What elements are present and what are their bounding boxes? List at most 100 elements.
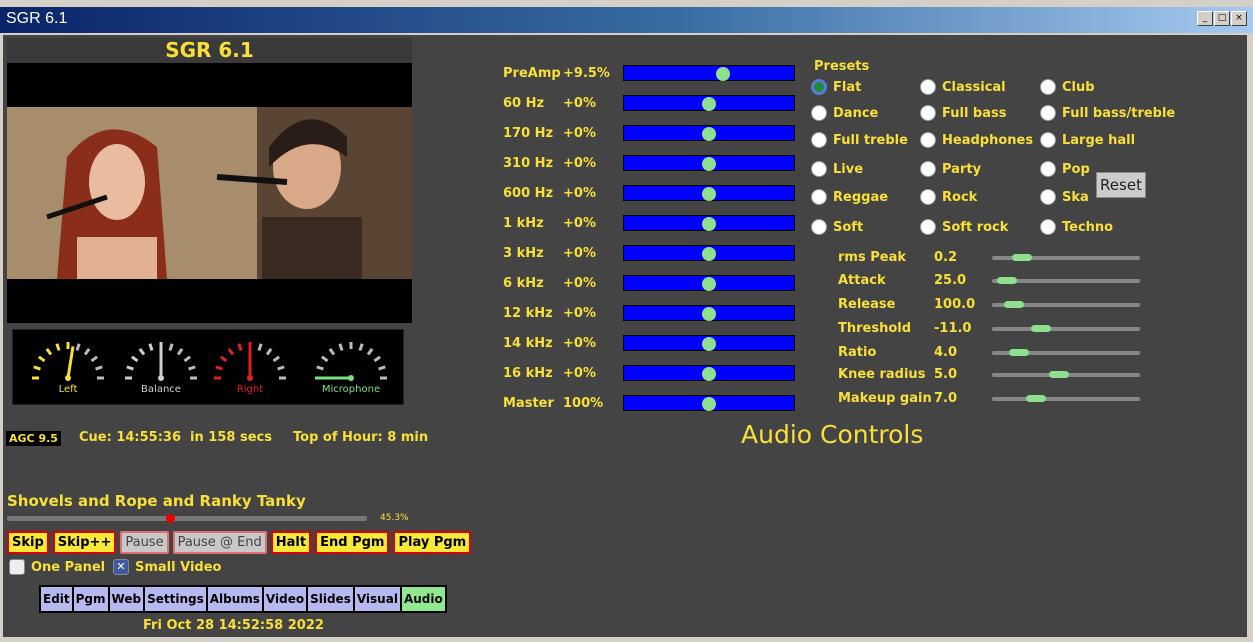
preset-radio[interactable] [1040, 161, 1056, 177]
maximize-button[interactable]: □ [1214, 11, 1230, 26]
tab-edit[interactable]: Edit [41, 587, 72, 611]
minimize-button[interactable]: _ [1197, 11, 1213, 26]
eq-slider-handle[interactable] [702, 277, 716, 291]
reset-button[interactable]: Reset [1096, 172, 1146, 198]
preset-techno[interactable]: Techno [1040, 219, 1113, 235]
small-video-option[interactable]: ✕ Small Video [113, 559, 221, 575]
preset-full-bass[interactable]: Full bass [920, 105, 1006, 121]
preset-soft[interactable]: Soft [811, 219, 863, 235]
eq-slider-handle[interactable] [702, 397, 716, 411]
preset-full-bass-treble[interactable]: Full bass/treble [1040, 105, 1175, 121]
preset-pop[interactable]: Pop [1040, 161, 1090, 177]
eq-slider[interactable] [623, 365, 795, 381]
tab-slides[interactable]: Slides [308, 587, 353, 611]
compressor-slider[interactable] [992, 349, 1140, 356]
compressor-slider-handle[interactable] [1008, 349, 1029, 356]
preset-radio[interactable] [920, 105, 936, 121]
eq-slider[interactable] [623, 395, 795, 411]
preset-radio[interactable] [811, 219, 827, 235]
compressor-slider-handle[interactable] [996, 277, 1017, 284]
preset-radio[interactable] [811, 79, 827, 95]
tab-audio[interactable]: Audio [401, 587, 445, 611]
preset-rock[interactable]: Rock [920, 189, 977, 205]
eq-slider-handle[interactable] [715, 67, 730, 81]
eq-slider[interactable] [623, 305, 795, 321]
compressor-slider-handle[interactable] [1004, 301, 1025, 308]
skip-button[interactable]: Skip [7, 531, 49, 554]
preset-large-hall[interactable]: Large hall [1040, 132, 1135, 148]
preset-party[interactable]: Party [920, 161, 981, 177]
compressor-slider[interactable] [992, 277, 1140, 284]
preset-radio[interactable] [1040, 219, 1056, 235]
compressor-slider[interactable] [992, 325, 1140, 332]
preset-radio[interactable] [811, 132, 827, 148]
eq-slider[interactable] [623, 335, 795, 351]
eq-slider-handle[interactable] [702, 97, 716, 111]
tab-settings[interactable]: Settings [145, 587, 206, 611]
preset-flat[interactable]: Flat [811, 79, 861, 95]
preset-radio[interactable] [920, 161, 936, 177]
preset-radio[interactable] [811, 189, 827, 205]
preset-ska[interactable]: Ska [1040, 189, 1089, 205]
tab-albums[interactable]: Albums [207, 587, 262, 611]
preset-dance[interactable]: Dance [811, 105, 878, 121]
compressor-slider[interactable] [992, 395, 1140, 402]
eq-slider-handle[interactable] [702, 247, 716, 261]
skip-plus-button[interactable]: Skip++ [52, 531, 117, 554]
eq-slider[interactable] [623, 65, 795, 81]
compressor-slider-handle[interactable] [1026, 395, 1047, 402]
compressor-slider[interactable] [992, 301, 1140, 308]
eq-slider-handle[interactable] [702, 217, 716, 231]
eq-slider-handle[interactable] [702, 187, 716, 201]
eq-slider[interactable] [623, 125, 795, 141]
eq-slider[interactable] [623, 215, 795, 231]
compressor-slider-handle[interactable] [1030, 325, 1051, 332]
eq-slider-handle[interactable] [702, 307, 716, 321]
preset-club[interactable]: Club [1040, 79, 1095, 95]
compressor-slider[interactable] [992, 254, 1140, 261]
eq-slider-handle[interactable] [702, 157, 716, 171]
preset-radio[interactable] [1040, 132, 1056, 148]
preset-radio[interactable] [1040, 105, 1056, 121]
progress-handle[interactable] [166, 514, 176, 523]
preset-radio[interactable] [811, 161, 827, 177]
preset-live[interactable]: Live [811, 161, 863, 177]
tab-video[interactable]: Video [263, 587, 307, 611]
preset-soft-rock[interactable]: Soft rock [920, 219, 1008, 235]
compressor-slider-handle[interactable] [1048, 371, 1069, 378]
tab-visual[interactable]: Visual [354, 587, 400, 611]
end-pgm-button[interactable]: End Pgm [315, 531, 390, 554]
small-video-checkbox[interactable]: ✕ [113, 559, 129, 575]
close-button[interactable]: × [1231, 11, 1247, 26]
tab-pgm[interactable]: Pgm [73, 587, 108, 611]
eq-slider[interactable] [623, 95, 795, 111]
play-pgm-button[interactable]: Play Pgm [393, 531, 472, 554]
one-panel-option[interactable]: One Panel [9, 559, 105, 575]
eq-slider[interactable] [623, 155, 795, 171]
preset-reggae[interactable]: Reggae [811, 189, 888, 205]
preset-radio[interactable] [920, 219, 936, 235]
preset-headphones[interactable]: Headphones [920, 132, 1033, 148]
eq-slider-handle[interactable] [702, 127, 716, 141]
playback-progress[interactable] [7, 514, 367, 523]
halt-button[interactable]: Halt [270, 531, 312, 554]
eq-slider[interactable] [623, 275, 795, 291]
preset-full-treble[interactable]: Full treble [811, 132, 908, 148]
preset-radio[interactable] [811, 105, 827, 121]
pause-at-end-button[interactable]: Pause @ End [172, 531, 267, 554]
preset-radio[interactable] [1040, 79, 1056, 95]
eq-slider[interactable] [623, 185, 795, 201]
preset-radio[interactable] [1040, 189, 1056, 205]
eq-slider-handle[interactable] [702, 337, 716, 351]
compressor-slider-handle[interactable] [1011, 254, 1032, 261]
eq-slider[interactable] [623, 245, 795, 261]
preset-radio[interactable] [920, 189, 936, 205]
compressor-slider[interactable] [992, 371, 1140, 378]
eq-slider-handle[interactable] [702, 367, 716, 381]
preset-classical[interactable]: Classical [920, 79, 1006, 95]
pause-button[interactable]: Pause [120, 531, 169, 554]
preset-radio[interactable] [920, 132, 936, 148]
tab-web[interactable]: Web [109, 587, 144, 611]
preset-radio[interactable] [920, 79, 936, 95]
one-panel-checkbox[interactable] [9, 559, 25, 575]
